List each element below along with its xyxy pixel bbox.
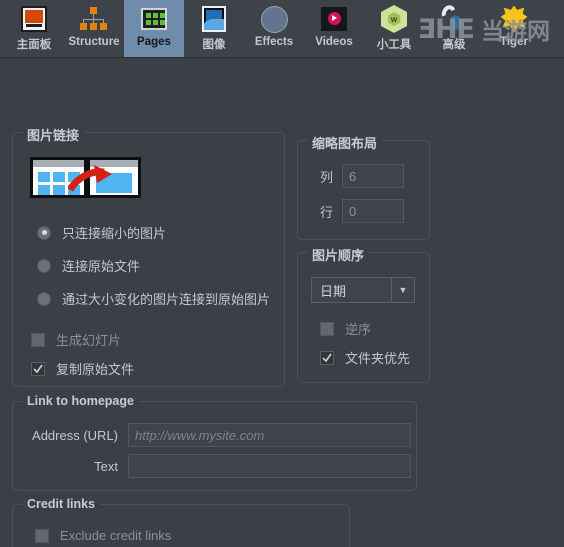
address-label: Address (URL) [32,427,118,443]
main-panel-icon [19,4,49,34]
checkbox-label: Exclude credit links [60,528,172,543]
toolbar-item-label: Structure [68,36,120,48]
radio-label: 连接原始文件 [62,259,141,274]
watermark: ƎHE 当游网 [418,12,550,46]
thumbnail-layout-group: 缩略图布局 列 6 行 0 [297,133,430,240]
homepage-text-input[interactable] [128,454,411,478]
checkbox-box[interactable] [320,350,334,365]
toolbar-item-effects[interactable]: Effects [244,0,304,57]
checkbox-label: 逆序 [345,322,372,337]
widgets-icon: w [379,4,409,34]
toolbar-item-label: Videos [315,36,353,48]
columns-field-row: 列 6 [311,164,404,188]
credit-links-legend: Credit links [22,497,101,511]
image-icon [199,4,229,34]
link-to-homepage-group: Link to homepage Address (URL) http://ww… [12,394,417,491]
toolbar-item-videos[interactable]: Videos [304,0,364,57]
checkbox-copy-original-files[interactable]: 复制原始文件 [31,359,134,378]
text-field-row: Text [23,454,411,478]
checkbox-label: 复制原始文件 [56,362,135,377]
checkbox-reverse-order[interactable]: 逆序 [320,319,371,338]
chevron-down-icon[interactable]: ▼ [391,278,414,302]
radio-button[interactable] [37,258,51,273]
structure-icon [79,4,109,34]
thumbnail-layout-legend: 缩略图布局 [307,133,383,152]
columns-input[interactable]: 6 [342,164,404,188]
radio-label: 只连接缩小的图片 [62,226,167,241]
toolbar-item-label: Effects [254,36,294,48]
checkbox-label: 生成幻灯片 [56,333,122,348]
radio-link-original-files[interactable]: 连接原始文件 [37,256,140,275]
radio-label: 通过大小变化的图片连接到原始图片 [62,292,271,307]
effects-icon [259,4,289,34]
radio-link-scaled-images[interactable]: 只连接缩小的图片 [37,223,166,242]
checkbox-folders-first[interactable]: 文件夹优先 [320,348,410,367]
columns-label: 列 [319,169,333,185]
toolbar-item-label: Pages [137,36,171,48]
checkbox-box[interactable] [35,528,49,543]
watermark-text: 当游网 [481,18,550,44]
image-order-legend: 图片顺序 [307,245,370,264]
toolbar-item-structure[interactable]: Structure [64,0,124,57]
rows-label: 行 [319,204,333,220]
checkbox-box[interactable] [31,332,45,347]
checkbox-make-slideshow[interactable]: 生成幻灯片 [31,330,121,349]
toolbar-item-label: 小工具 [376,39,412,51]
image-links-group: 图片链接 只连接缩小的图片 连接原始文件 通过大小变化的图片连接到原始图片 生成… [12,125,285,387]
checkbox-label: 文件夹优先 [345,351,411,366]
sort-order-value: 日期 [320,283,347,299]
watermark-logo: ƎHE [417,13,475,45]
toolbar-item-pages[interactable]: Pages [124,0,184,57]
red-arrow-icon [68,165,112,192]
checkbox-exclude-credit-links[interactable]: Exclude credit links [35,528,171,543]
rows-input[interactable]: 0 [342,199,404,223]
text-label: Text [94,458,118,474]
toolbar-item-main-panel[interactable]: 主面板 [4,0,64,57]
radio-link-resized-to-original[interactable]: 通过大小变化的图片连接到原始图片 [37,289,270,308]
videos-icon [319,4,349,34]
radio-button[interactable] [37,225,51,240]
address-input[interactable]: http://www.mysite.com [128,423,411,447]
image-order-group: 图片顺序 日期 ▼ 逆序 文件夹优先 [297,245,430,383]
credit-links-group: Credit links Exclude credit links Text j… [12,497,350,547]
pages-icon [139,4,169,34]
toolbar-item-label: 图像 [202,39,226,51]
jalbum-pages-window: 主面板 Structure Pages 图像 Effects Videos w … [0,0,564,547]
image-links-legend: 图片链接 [22,125,85,144]
image-link-illustration [30,157,141,198]
rows-field-row: 行 0 [311,199,404,223]
toolbar-item-image[interactable]: 图像 [184,0,244,57]
toolbar-item-label: 主面板 [16,39,52,51]
link-to-homepage-legend: Link to homepage [22,394,139,408]
address-field-row: Address (URL) http://www.mysite.com [23,423,411,447]
checkbox-box[interactable] [320,321,334,336]
toolbar-item-widgets[interactable]: w 小工具 [364,0,424,57]
sort-order-dropdown[interactable]: 日期 ▼ [311,277,415,303]
checkbox-box[interactable] [31,361,45,376]
radio-button[interactable] [37,291,51,306]
